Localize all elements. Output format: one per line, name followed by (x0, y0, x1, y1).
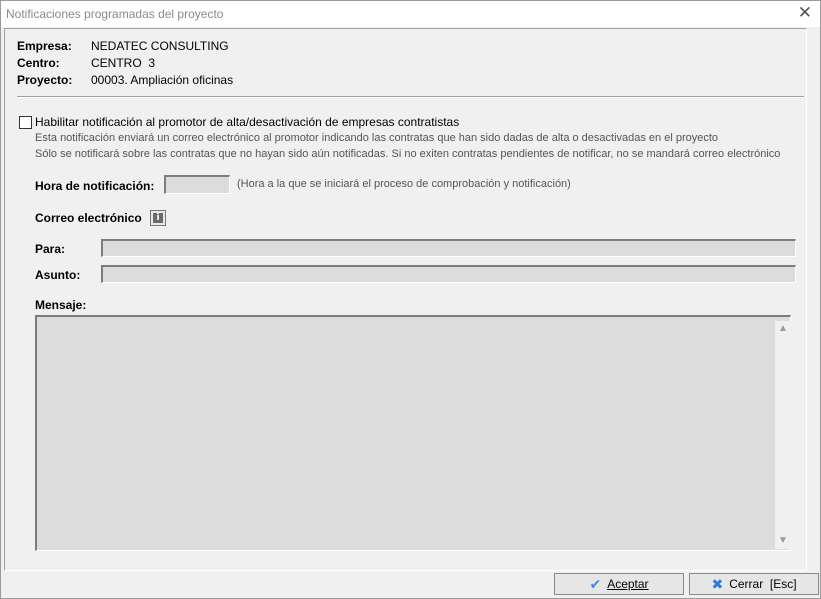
para-input[interactable] (101, 239, 796, 257)
email-section-label: Correo electrónico (35, 211, 142, 225)
asunto-input[interactable] (101, 265, 796, 283)
checkmark-icon: ✔ (589, 576, 602, 592)
footer-bar: ✔ Aceptar ✖ Cerrar [Esc] (1, 571, 820, 598)
notification-description-1: Esta notificación enviará un correo elec… (35, 132, 719, 144)
dialog-window: Notificaciones programadas del proyecto … (0, 0, 821, 599)
hora-label: Hora de notificación: (35, 179, 155, 193)
enable-notification-label[interactable]: Habilitar notificación al promotor de al… (35, 115, 459, 129)
x-icon: ✖ (711, 576, 724, 592)
title-bar: Notificaciones programadas del proyecto … (1, 1, 820, 27)
para-label: Para: (35, 242, 66, 256)
scroll-down-icon[interactable]: ▼ (775, 533, 791, 549)
enable-notification-checkbox[interactable] (19, 116, 32, 129)
mensaje-label: Mensaje: (35, 298, 87, 312)
close-button[interactable]: ✖ Cerrar [Esc] (689, 573, 819, 595)
hora-hint: (Hora a la que se iniciará el proceso de… (237, 178, 571, 190)
accept-button-label: Aceptar (607, 577, 649, 591)
hora-input[interactable] (164, 175, 230, 194)
empresa-value: NEDATEC CONSULTING (91, 39, 229, 53)
centro-label: Centro: (17, 56, 60, 70)
mensaje-textarea[interactable]: ▲ ▼ (35, 315, 791, 551)
info-button[interactable]: i (150, 210, 166, 226)
proyecto-label: Proyecto: (17, 73, 73, 87)
accept-button[interactable]: ✔ Aceptar (554, 573, 684, 595)
close-icon[interactable]: ✕ (798, 4, 812, 22)
empresa-label: Empresa: (17, 39, 72, 53)
asunto-label: Asunto: (35, 268, 81, 282)
info-icon: i (153, 213, 163, 223)
main-panel: Empresa: NEDATEC CONSULTING Centro: CENT… (4, 28, 807, 571)
centro-value: CENTRO 3 (91, 56, 156, 70)
close-button-label: Cerrar [Esc] (729, 577, 797, 591)
scroll-up-icon[interactable]: ▲ (775, 321, 791, 337)
window-title: Notificaciones programadas del proyecto (6, 7, 224, 21)
header-separator (17, 96, 804, 98)
mensaje-scrollbar[interactable]: ▲ ▼ (775, 321, 791, 549)
proyecto-value: 00003. Ampliación oficinas (91, 73, 234, 87)
notification-description-2: Sólo se notificará sobre las contratas q… (35, 148, 781, 160)
